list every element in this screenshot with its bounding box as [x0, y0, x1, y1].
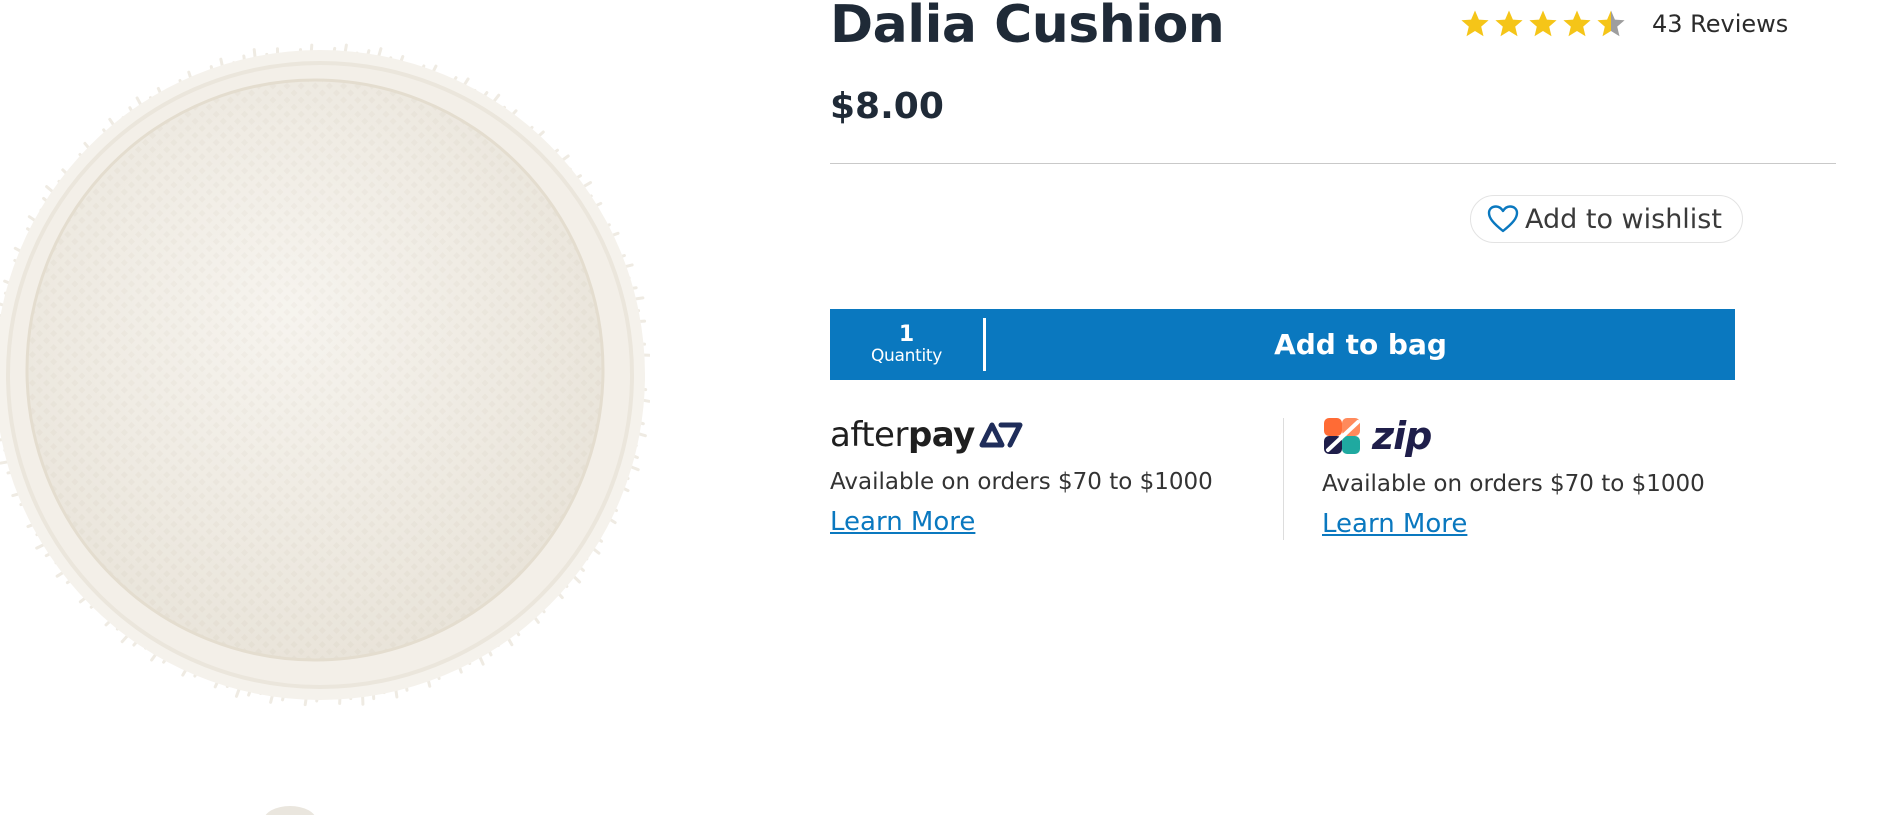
zip-description: Available on orders $70 to $1000: [1322, 471, 1705, 497]
star-full-icon: [1461, 10, 1489, 37]
quantity-label: Quantity: [870, 345, 943, 366]
reviews-count-link[interactable]: 43 Reviews: [1652, 10, 1788, 38]
product-image: [0, 43, 650, 707]
zip-logo-text: zip: [1372, 414, 1432, 458]
quantity-selector[interactable]: 1 Quantity: [830, 309, 983, 380]
product-rating[interactable]: 43 Reviews: [1460, 6, 1788, 42]
add-to-bag-button[interactable]: Add to bag: [986, 309, 1735, 380]
add-to-wishlist-button[interactable]: Add to wishlist: [1470, 195, 1743, 243]
wishlist-label: Add to wishlist: [1525, 203, 1722, 235]
zip-logo: zip: [1322, 414, 1705, 458]
zip-learn-more-link[interactable]: Learn More: [1322, 509, 1467, 539]
payment-divider: [1283, 418, 1284, 540]
zip-mark-icon: [1324, 418, 1360, 454]
star-half-icon: [1597, 10, 1625, 37]
product-detail-page: Dalia Cushion 43 Reviews $8.00 Add to wi…: [0, 0, 1900, 815]
afterpay-logo: after pay: [830, 415, 1213, 455]
section-divider: [830, 163, 1836, 164]
afterpay-logo-bold: pay: [907, 415, 975, 455]
star-full-icon: [1495, 10, 1523, 37]
zip-option: zip Available on orders $70 to $1000 Lea…: [1322, 414, 1705, 539]
heart-outline-icon: [1487, 205, 1519, 233]
afterpay-description: Available on orders $70 to $1000: [830, 469, 1213, 495]
product-price: $8.00: [830, 86, 944, 127]
afterpay-learn-more-link[interactable]: Learn More: [830, 507, 975, 537]
rating-stars: [1460, 9, 1626, 39]
thumbnail-strip[interactable]: [150, 798, 450, 815]
add-to-bag-bar: 1 Quantity Add to bag: [830, 309, 1735, 380]
quantity-value: 1: [898, 321, 915, 347]
afterpay-option: after pay Available on orders $70 to $100…: [830, 415, 1213, 537]
star-full-icon: [1563, 10, 1591, 37]
afterpay-arrows-icon: [979, 422, 1023, 448]
star-full-icon: [1529, 10, 1557, 37]
product-title: Dalia Cushion: [830, 0, 1225, 55]
afterpay-logo-light: after: [830, 415, 908, 455]
